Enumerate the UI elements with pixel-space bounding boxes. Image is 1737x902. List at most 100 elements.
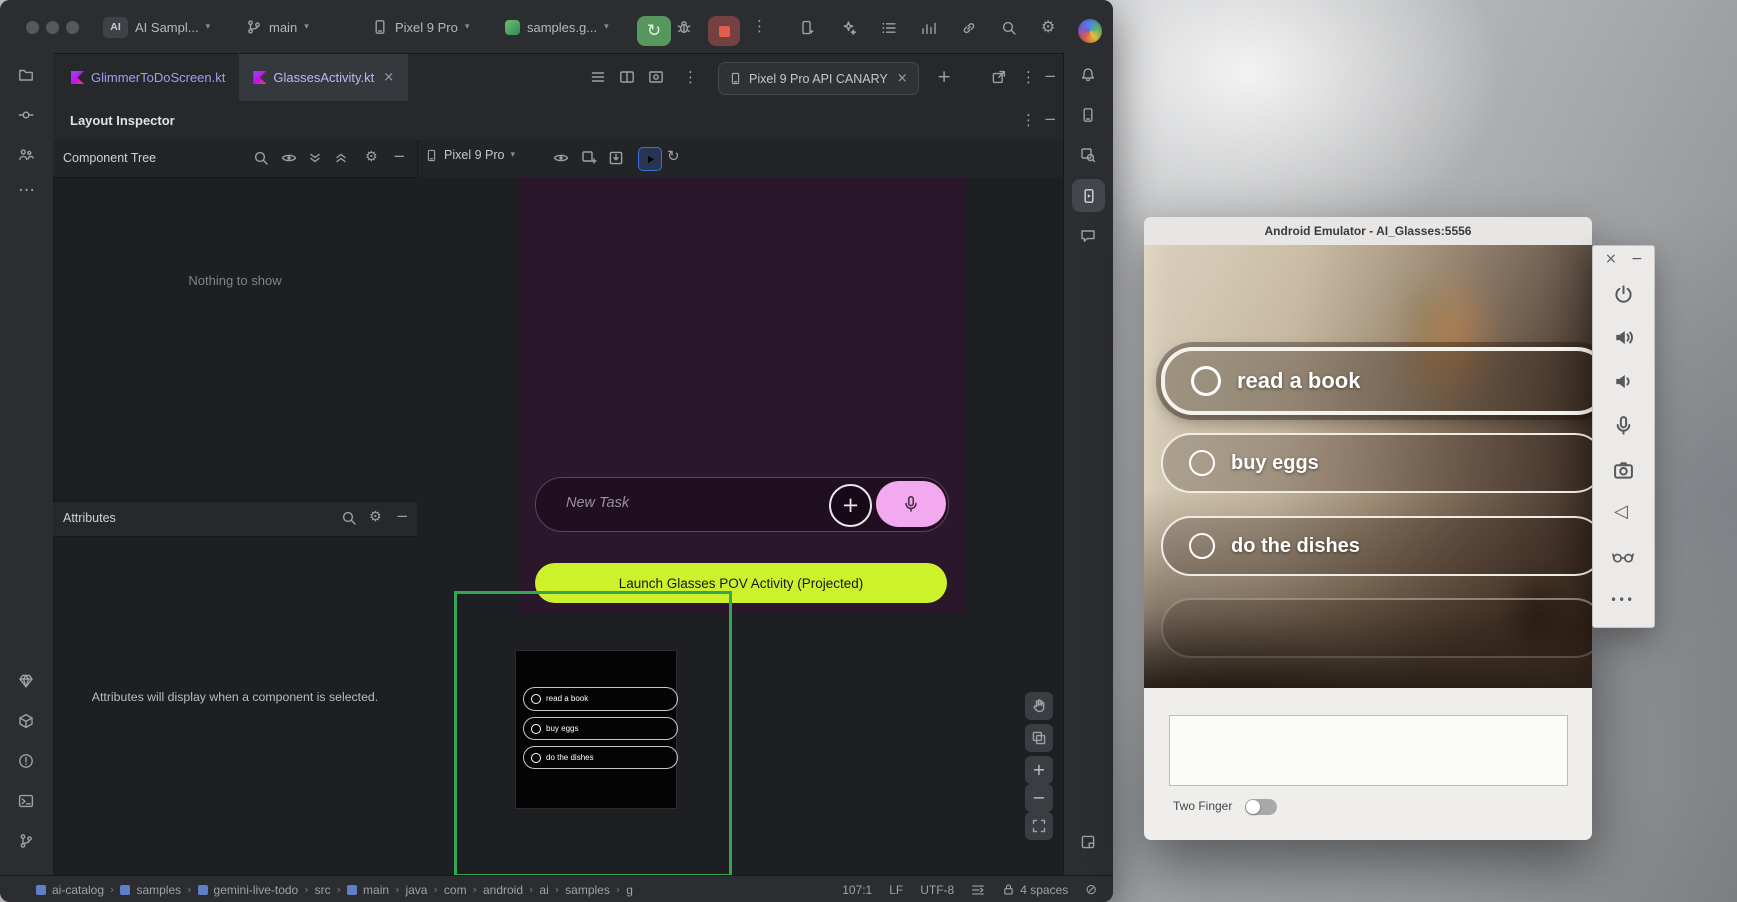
indent-column-icon[interactable] bbox=[971, 883, 985, 897]
commit-icon[interactable] bbox=[17, 106, 35, 124]
debug-button[interactable] bbox=[676, 19, 692, 35]
close-device-icon[interactable]: × bbox=[897, 72, 908, 85]
editor-list-icon[interactable] bbox=[590, 69, 606, 85]
run-more-kebab[interactable]: ⋮ bbox=[752, 19, 767, 34]
collapse-all-icon[interactable] bbox=[333, 150, 349, 166]
window-close-button[interactable] bbox=[26, 21, 39, 34]
mic-button[interactable] bbox=[1612, 414, 1634, 436]
running-device-tab[interactable]: Pixel 9 Pro API CANARY × bbox=[718, 62, 919, 95]
hide-tree-icon[interactable]: − bbox=[393, 149, 406, 164]
tree-visibility-icon[interactable] bbox=[281, 150, 297, 166]
line-separator-widget[interactable]: LF bbox=[889, 883, 903, 897]
hide-attrs-icon[interactable]: − bbox=[396, 509, 409, 524]
caret-position-widget[interactable]: 107:1 bbox=[842, 883, 872, 897]
emulator-titlebar[interactable]: Android Emulator - AI_Glasses:5556 bbox=[1144, 217, 1592, 246]
live-updates-toggle-icon[interactable] bbox=[638, 147, 662, 171]
tree-settings-icon[interactable]: ⚙ bbox=[365, 150, 378, 164]
emulator-minimize-icon[interactable]: − bbox=[1631, 252, 1643, 266]
mini-todo-pill[interactable]: buy eggs bbox=[523, 717, 678, 740]
open-in-window-icon[interactable] bbox=[991, 69, 1007, 85]
add-device-icon[interactable]: + bbox=[937, 69, 951, 86]
encoding-widget[interactable]: UTF-8 bbox=[920, 883, 954, 897]
project-selector[interactable]: AI AI Sampl... ▾ bbox=[103, 13, 210, 41]
breadcrumb-item[interactable]: android bbox=[483, 883, 523, 897]
export-snapshot-icon[interactable] bbox=[608, 150, 624, 166]
expand-all-icon[interactable] bbox=[307, 150, 323, 166]
notifications-bell-icon[interactable] bbox=[1079, 66, 1097, 84]
problems-icon[interactable] bbox=[17, 752, 35, 770]
device-manager-icon[interactable] bbox=[1079, 106, 1097, 124]
link-icon[interactable] bbox=[961, 20, 977, 36]
mirrored-app-screen[interactable]: New Task + Launch Glasses POV Activity (… bbox=[519, 177, 965, 613]
power-button[interactable] bbox=[1612, 283, 1634, 305]
two-finger-toggle[interactable] bbox=[1245, 799, 1277, 815]
task-list-icon[interactable] bbox=[881, 20, 897, 36]
breadcrumb-item[interactable]: gemini-live-todo bbox=[214, 883, 299, 897]
breadcrumb-item[interactable]: main bbox=[363, 883, 389, 897]
todo-pill-focused[interactable]: read a book bbox=[1161, 347, 1592, 415]
back-button[interactable]: ◁ bbox=[1614, 503, 1628, 521]
new-task-input[interactable]: New Task + bbox=[535, 477, 949, 532]
search-icon[interactable] bbox=[1001, 20, 1017, 36]
device-selector[interactable]: Pixel 9 Pro ▾ bbox=[372, 13, 469, 41]
zoom-fit-button[interactable] bbox=[1025, 812, 1053, 840]
todo-pill[interactable]: do the dishes bbox=[1161, 516, 1592, 576]
mini-todo-pill[interactable]: do the dishes bbox=[523, 746, 678, 769]
tab-glimmertodoscreen[interactable]: GlimmerToDoScreen.kt bbox=[57, 54, 239, 101]
attrs-settings-icon[interactable]: ⚙ bbox=[369, 510, 382, 524]
project-folder-icon[interactable] bbox=[17, 66, 35, 84]
rerun-button[interactable]: ↻ bbox=[637, 16, 671, 46]
more-options-button[interactable]: ••• bbox=[1610, 594, 1634, 606]
close-tab-icon[interactable]: × bbox=[383, 71, 394, 84]
view-options-icon[interactable] bbox=[553, 150, 569, 166]
volume-up-button[interactable] bbox=[1612, 326, 1634, 348]
breadcrumb-item[interactable]: g bbox=[626, 883, 633, 897]
window-minimize-button[interactable] bbox=[46, 21, 59, 34]
add-task-button[interactable]: + bbox=[829, 484, 872, 527]
zoom-out-button[interactable]: − bbox=[1025, 784, 1053, 812]
attrs-search-icon[interactable] bbox=[341, 510, 357, 526]
camera-button[interactable] bbox=[1612, 459, 1634, 481]
breadcrumb-item[interactable]: samples bbox=[136, 883, 181, 897]
user-avatar[interactable] bbox=[1078, 19, 1102, 43]
tab-glassesactivity[interactable]: GlassesActivity.kt × bbox=[239, 54, 408, 101]
mini-todo-pill[interactable]: read a book bbox=[523, 687, 678, 711]
more-tools-icon[interactable]: … bbox=[18, 178, 35, 195]
hide-inspector-icon[interactable]: − bbox=[1044, 112, 1057, 127]
layout-corners-icon[interactable] bbox=[1079, 833, 1097, 851]
window-zoom-button[interactable] bbox=[66, 21, 79, 34]
chat-icon[interactable] bbox=[1079, 227, 1097, 245]
editor-kebab-icon[interactable]: ⋮ bbox=[683, 70, 698, 85]
voice-input-button[interactable] bbox=[876, 481, 946, 527]
stop-button[interactable] bbox=[708, 16, 740, 46]
breadcrumb-item[interactable]: samples bbox=[565, 883, 610, 897]
breadcrumb-item[interactable]: src bbox=[315, 883, 331, 897]
inspection-status-icon[interactable]: ⊘ bbox=[1085, 883, 1097, 897]
preview-device-selector[interactable]: Pixel 9 Pro ▾ bbox=[425, 148, 515, 162]
volume-down-button[interactable] bbox=[1612, 370, 1634, 392]
breadcrumb-item[interactable]: com bbox=[444, 883, 467, 897]
glasses-camera-view[interactable]: read a book buy eggs do the dishes bbox=[1144, 245, 1592, 688]
hide-devices-icon[interactable]: − bbox=[1044, 69, 1057, 84]
tree-search-icon[interactable] bbox=[253, 150, 269, 166]
indent-widget[interactable]: 4 spaces bbox=[1002, 883, 1068, 897]
running-devices-active-button[interactable] bbox=[1072, 179, 1105, 212]
glasses-button[interactable] bbox=[1612, 546, 1634, 568]
glasses-pov-preview[interactable]: read a book buy eggs do the dishes bbox=[516, 651, 676, 808]
run-config-selector[interactable]: samples.g... ▾ bbox=[505, 13, 609, 41]
breadcrumb-item[interactable]: ai-catalog bbox=[52, 883, 104, 897]
add-snapshot-icon[interactable] bbox=[581, 150, 597, 166]
breadcrumb-item[interactable]: java bbox=[405, 883, 427, 897]
emulator-text-input[interactable] bbox=[1169, 715, 1568, 786]
structure-icon[interactable] bbox=[17, 146, 35, 164]
inspector-kebab-icon[interactable]: ⋮ bbox=[1021, 113, 1036, 128]
breadcrumb-item[interactable]: ai bbox=[539, 883, 548, 897]
terminal-icon[interactable] bbox=[17, 792, 35, 810]
emulator-close-icon[interactable]: × bbox=[1605, 252, 1617, 266]
split-editor-icon[interactable] bbox=[619, 69, 635, 85]
vcs-icon[interactable] bbox=[17, 832, 35, 850]
settings-gear-icon[interactable]: ⚙ bbox=[1041, 19, 1055, 35]
device-mirror-icon[interactable] bbox=[800, 20, 816, 36]
layers-button[interactable] bbox=[1025, 724, 1053, 752]
zoom-in-button[interactable]: + bbox=[1025, 756, 1053, 784]
